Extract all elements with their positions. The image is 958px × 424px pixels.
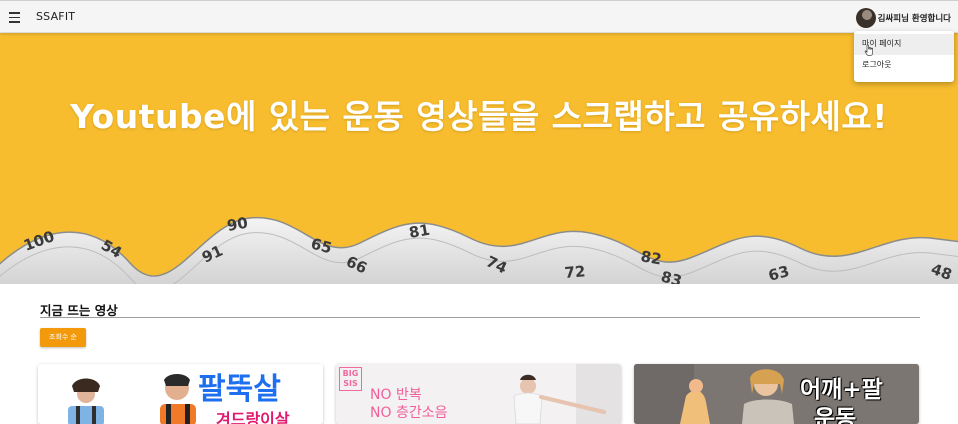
logo-line-2: SIS (343, 379, 358, 388)
video-card[interactable]: 팔뚝살 겨드랑이살 (38, 364, 323, 424)
svg-text:72: 72 (564, 262, 586, 282)
svg-text:90: 90 (226, 214, 250, 235)
section-divider (40, 317, 920, 318)
user-dropdown-menu: 마이 페이지 로그아웃 (854, 31, 954, 82)
thumbnail-subtitle: 운동 (814, 406, 857, 424)
video-card[interactable]: BIG SIS NO 반복 NO 층간소음 (336, 364, 621, 424)
hand-pointer-icon (864, 44, 873, 56)
avatar[interactable] (856, 8, 876, 28)
hero-headline: Youtube에 있는 운동 영상들을 스크랩하고 공유하세요! (70, 97, 888, 136)
logo-line-1: BIG (342, 369, 359, 378)
sort-by-views-button[interactable]: 조회수 순 (40, 328, 86, 347)
menu-item-logout[interactable]: 로그아웃 (854, 55, 954, 76)
welcome-text[interactable]: 김싸피님 환영합니다 (878, 12, 951, 24)
video-card[interactable]: 어깨+팔 운동 (634, 364, 919, 424)
thumbnail-title: 팔뚝살 (198, 372, 281, 407)
svg-text:82: 82 (639, 247, 663, 268)
app-bar: SSAFIT 김싸피님 환영합니다 (0, 0, 958, 33)
measuring-tape-illustration: 100 54 91 90 65 66 81 74 72 82 83 63 48 (0, 214, 958, 284)
bigsis-logo: BIG SIS (339, 367, 362, 391)
svg-text:81: 81 (408, 221, 432, 242)
brand-title[interactable]: SSAFIT (36, 10, 75, 23)
thumbnail-subtitle: 겨드랑이살 (216, 410, 290, 424)
thumbnail-line-2: NO 층간소음 (370, 405, 448, 421)
hamburger-menu-icon[interactable] (6, 7, 24, 27)
thumbnail-line-1: NO 반복 (370, 387, 422, 403)
hero-banner: 100 54 91 90 65 66 81 74 72 82 83 63 48 … (0, 33, 958, 284)
